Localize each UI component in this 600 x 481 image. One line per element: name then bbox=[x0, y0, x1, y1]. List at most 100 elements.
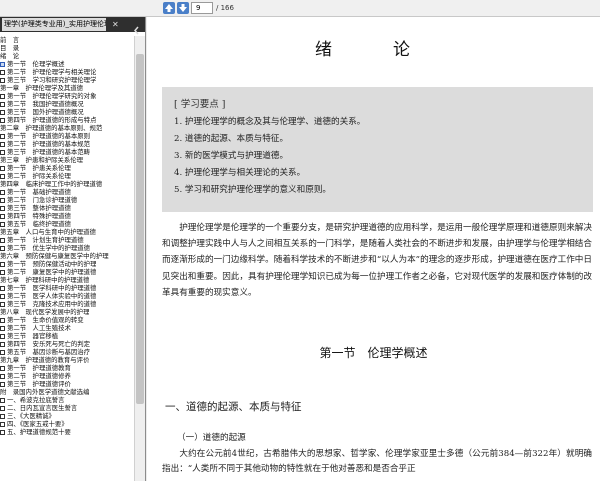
outline-item-label: 第三节 整体护理道德 bbox=[7, 204, 71, 212]
subsubsection-heading: （一）道德的起源 bbox=[177, 433, 246, 443]
bookmark-icon bbox=[0, 373, 5, 379]
panel-tab-bar: 理学(护理类专业用)_实用护理伦理学_文字版 ✕ bbox=[0, 17, 145, 35]
outline-item-label: 目 录 bbox=[0, 44, 20, 52]
outline-item-label: 第一节 基础护理道德 bbox=[7, 188, 71, 196]
outline-item[interactable]: 第四节 护理道德的形成与特点 bbox=[0, 116, 134, 124]
outline-item[interactable]: 第二节 门急诊护理道德 bbox=[0, 196, 134, 204]
outline-item[interactable]: 第三节 器官移植 bbox=[0, 332, 134, 340]
outline-item-label: 第三节 学习和研究护理伦理学 bbox=[7, 76, 97, 84]
outline-item-label: 第三节 器官移植 bbox=[7, 332, 59, 340]
outline-item[interactable]: 目 录 bbox=[0, 44, 134, 52]
outline-item[interactable]: 第六章 预防保健与康复医学中的护理 bbox=[0, 252, 134, 260]
outline-item-label: 第二章 护理道德的基本原则、规范 bbox=[0, 124, 103, 132]
document-page: 绪 论 [ 学习要点 ] 1. 护理伦理学的概念及其与伦理学、道德的关系。 2.… bbox=[147, 17, 600, 481]
outline-item[interactable]: 第一章 护理伦理学及其道德 bbox=[0, 84, 134, 92]
outline-item[interactable]: 第四节 特殊护理道德 bbox=[0, 212, 134, 220]
outline-item[interactable]: 第四章 临床护理工作中的护理道德 bbox=[0, 180, 134, 188]
outline-item-label: 第九章 护理道德的教育与评价 bbox=[0, 356, 90, 364]
outline-item[interactable]: 第九章 护理道德的教育与评价 bbox=[0, 356, 134, 364]
outline-item[interactable]: 第七章 护理科研中的护理道德 bbox=[0, 276, 134, 284]
outline-item[interactable]: 一、希波克拉底誓言 bbox=[0, 396, 134, 404]
outline-item[interactable]: 第二节 医学人体实验中的道德 bbox=[0, 292, 134, 300]
page-number-input[interactable]: 9 bbox=[191, 2, 213, 14]
outline-item[interactable]: 第三章 护患和护际关系伦理 bbox=[0, 156, 134, 164]
outline-item[interactable]: 第二节 人工生殖技术 bbox=[0, 324, 134, 332]
outline-item[interactable]: 第二节 护际关系伦理 bbox=[0, 172, 134, 180]
bookmark-icon bbox=[0, 301, 5, 307]
close-icon[interactable]: ✕ bbox=[112, 20, 119, 29]
outline-item[interactable]: 第二节 护理道德修养 bbox=[0, 372, 134, 380]
outline-item[interactable]: 第一节 护理道德的基本原则 bbox=[0, 132, 134, 140]
outline-item[interactable]: 第四节 安乐死与死亡的判定 bbox=[0, 340, 134, 348]
outline-item[interactable]: 第一节 计划生育护理道德 bbox=[0, 236, 134, 244]
outline-item[interactable]: 五、护理道德规范十要 bbox=[0, 428, 134, 436]
outline-item[interactable]: 第一节 伦理学概述 bbox=[0, 60, 134, 68]
outline-item[interactable]: 第三节 克隆技术应用中的道德 bbox=[0, 300, 134, 308]
bookmark-icon bbox=[0, 173, 5, 179]
list-item: 4. 护理伦理学与相关理论的关系。 bbox=[174, 168, 306, 178]
outline-item[interactable]: 第五章 人口与生育中的护理道德 bbox=[0, 228, 134, 236]
outline-item-label: 第一节 护理道德教育 bbox=[7, 364, 71, 372]
previous-page-button[interactable] bbox=[163, 2, 175, 14]
outline-item-label: 绪 论 bbox=[0, 52, 20, 60]
outline-item[interactable]: 第三节 护理道德评价 bbox=[0, 380, 134, 388]
outline-item[interactable]: 第二节 护理伦理学与相关理论 bbox=[0, 68, 134, 76]
outline-item-label: 第五节 临终护理道德 bbox=[7, 220, 71, 228]
document-tab[interactable]: 理学(护理类专业用)_实用护理伦理学_文字版 bbox=[2, 18, 106, 31]
outline-item-label: 第四节 安乐死与死亡的判定 bbox=[7, 340, 91, 348]
outline-item-label: 第二节 我国护理道德概况 bbox=[7, 100, 84, 108]
bookmark-icon bbox=[0, 333, 5, 339]
outline-item[interactable]: 第一节 医学科研中的护理道德 bbox=[0, 284, 134, 292]
outline-item-label: 第四节 特殊护理道德 bbox=[7, 212, 71, 220]
outline-item[interactable]: 二、日内瓦宣言医生誓言 bbox=[0, 404, 134, 412]
outline-item[interactable]: 第一节 护理道德教育 bbox=[0, 364, 134, 372]
scrollbar-thumb[interactable] bbox=[136, 54, 144, 404]
outline-item-label: 第七章 护理科研中的护理道德 bbox=[0, 276, 90, 284]
bookmark-icon bbox=[0, 117, 5, 123]
outline-item-label: 第一章 护理伦理学及其道德 bbox=[0, 84, 84, 92]
next-page-button[interactable] bbox=[177, 2, 189, 14]
outline-item[interactable]: 第三节 国外护理道德概况 bbox=[0, 108, 134, 116]
outline-item[interactable]: 第三节 学习和研究护理伦理学 bbox=[0, 76, 134, 84]
bookmark-icon bbox=[0, 189, 5, 195]
outline-item[interactable]: 第二节 我国护理道德概况 bbox=[0, 100, 134, 108]
bookmark-icon bbox=[0, 149, 5, 155]
outline-item[interactable]: 第五节 基因诊断与基因治疗 bbox=[0, 348, 134, 356]
bookmark-icon bbox=[0, 405, 5, 411]
outline-item[interactable]: 四、《医家五戒十要》 bbox=[0, 420, 134, 428]
learning-points-heading: [ 学习要点 ] bbox=[174, 99, 226, 110]
outline-item[interactable]: 第一节 预防保健活动中的护理 bbox=[0, 260, 134, 268]
bookmark-icon bbox=[0, 413, 5, 419]
outline-item-label: 第二节 护理伦理学与相关理论 bbox=[7, 68, 97, 76]
outline-tree: 前 言目 录绪 论第一节 伦理学概述 第二节 护理伦理学与相关理论 第三节 学习和研… bbox=[0, 36, 134, 481]
outline-item[interactable]: 第五节 临终护理道德 bbox=[0, 220, 134, 228]
outline-item[interactable]: 第一节 生命价值观的转变 bbox=[0, 316, 134, 324]
outline-item[interactable]: 附 录国内外医学道德文献选编 bbox=[0, 388, 134, 396]
outline-item[interactable]: 第二章 护理道德的基本原则、规范 bbox=[0, 124, 134, 132]
outline-item[interactable]: 第一节 护患关系伦理 bbox=[0, 164, 134, 172]
outline-item[interactable]: 第二节 康复医学中的护理道德 bbox=[0, 268, 134, 276]
outline-item-label: 四、《医家五戒十要》 bbox=[7, 420, 68, 428]
outline-item-label: 第三节 护理道德的基本范畴 bbox=[7, 148, 91, 156]
bookmark-icon bbox=[0, 285, 5, 291]
outline-item[interactable]: 第三节 整体护理道德 bbox=[0, 204, 134, 212]
bookmarks-panel: 理学(护理类专业用)_实用护理伦理学_文字版 ✕ 前 言目 录绪 论第一节 伦理… bbox=[0, 17, 146, 481]
outline-item[interactable]: 第八章 现代医学发展中的护理 bbox=[0, 308, 134, 316]
outline-item[interactable]: 三、《大医精诚》 bbox=[0, 412, 134, 420]
outline-item[interactable]: 前 言 bbox=[0, 36, 134, 44]
outline-item[interactable]: 第一节 基础护理道德 bbox=[0, 188, 134, 196]
outline-item-label: 第二节 门急诊护理道德 bbox=[7, 196, 78, 204]
outline-item[interactable]: 第一节 护理伦理学研究的对象 bbox=[0, 92, 134, 100]
bookmark-icon bbox=[0, 381, 5, 387]
outline-item-label: 二、日内瓦宣言医生誓言 bbox=[7, 404, 78, 412]
outline-item[interactable]: 第二节 护理道德的基本规范 bbox=[0, 140, 134, 148]
outline-item[interactable]: 绪 论 bbox=[0, 52, 134, 60]
outline-scrollbar[interactable] bbox=[134, 36, 145, 481]
outline-item-label: 第六章 预防保健与康复医学中的护理 bbox=[0, 252, 109, 260]
outline-item[interactable]: 第二节 优生学中的护理道德 bbox=[0, 244, 134, 252]
chevron-left-icon[interactable] bbox=[132, 20, 142, 35]
outline-item[interactable]: 第三节 护理道德的基本范畴 bbox=[0, 148, 134, 156]
outline-item-label: 第三节 护理道德评价 bbox=[7, 380, 71, 388]
outline-item-label: 第一节 预防保健活动中的护理 bbox=[7, 260, 97, 268]
page-total-label: / 166 bbox=[216, 4, 234, 12]
